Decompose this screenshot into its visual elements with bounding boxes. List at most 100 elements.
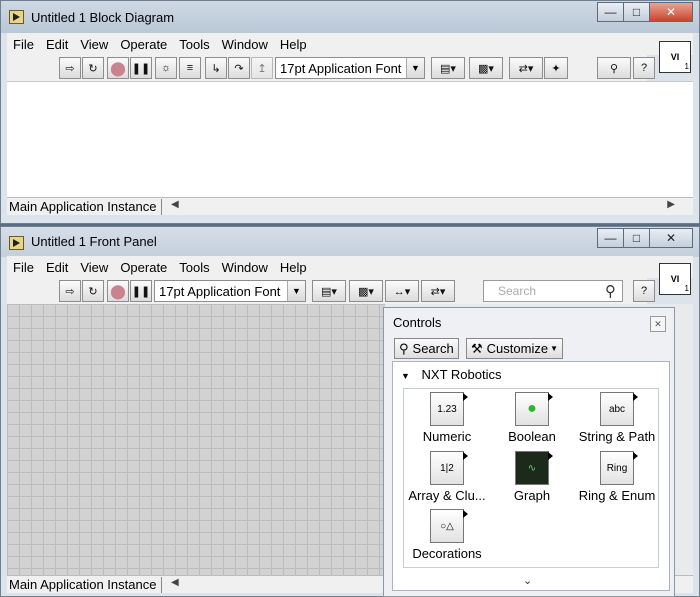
menu-view[interactable]: View xyxy=(74,260,114,275)
menu-edit[interactable]: Edit xyxy=(40,260,74,275)
string-path-icon: abc xyxy=(600,392,638,426)
menu-help[interactable]: Help xyxy=(274,37,313,52)
maximize-button[interactable]: □ xyxy=(623,228,650,248)
application-instance-label: Main Application Instance xyxy=(9,199,163,215)
menu-window[interactable]: Window xyxy=(216,37,274,52)
font-select-value: 17pt Application Font xyxy=(159,283,281,299)
caption-buttons: — □ ✕ xyxy=(597,2,693,22)
pause-button[interactable]: ❚❚ xyxy=(130,57,152,79)
resize-objects-button[interactable]: ↔▾ xyxy=(385,280,419,302)
minimize-button[interactable]: — xyxy=(597,228,624,248)
menu-help[interactable]: Help xyxy=(274,260,313,275)
palette-item-decorations[interactable]: ○△ Decorations xyxy=(404,509,490,561)
block-diagram-titlebar[interactable]: Untitled 1 Block Diagram — □ ✕ xyxy=(1,1,699,33)
menu-operate[interactable]: Operate xyxy=(114,260,173,275)
context-help-button[interactable]: ? xyxy=(633,280,655,302)
minimize-button[interactable]: — xyxy=(597,2,624,22)
caption-buttons: — □ ✕ xyxy=(597,228,693,248)
palette-item-graph[interactable]: ∿ Graph xyxy=(489,451,575,503)
ring-enum-icon: Ring xyxy=(600,451,638,485)
abort-button[interactable]: ⬤ xyxy=(107,280,129,302)
scroll-right-icon[interactable]: ▶ xyxy=(667,199,675,210)
palette-item-ring-enum[interactable]: Ring Ring & Enum xyxy=(574,451,660,503)
scroll-left-icon[interactable]: ◀ xyxy=(171,199,179,210)
palette-item-label: String & Path xyxy=(578,429,656,444)
palette-category-header[interactable]: ▼ NXT Robotics xyxy=(401,367,502,382)
palette-item-string-path[interactable]: abc String & Path xyxy=(574,392,660,444)
reorder-button[interactable]: ⇄▾ xyxy=(509,57,543,79)
run-continuously-icon: ↻ xyxy=(88,62,98,75)
block-diagram-window: Untitled 1 Block Diagram — □ ✕ File Edit… xyxy=(0,0,700,224)
front-panel-grid-canvas[interactable] xyxy=(7,304,385,575)
run-button[interactable]: ⇨ xyxy=(59,57,81,79)
align-objects-button[interactable]: ▤▾ xyxy=(312,280,346,302)
menu-file[interactable]: File xyxy=(7,37,40,52)
pause-button[interactable]: ❚❚ xyxy=(130,280,152,302)
clean-up-icon: ✦ xyxy=(551,62,561,75)
distribute-icon: ▩▾ xyxy=(358,285,374,298)
menu-edit[interactable]: Edit xyxy=(40,37,74,52)
vi-connector-icon[interactable]: VI xyxy=(659,263,691,295)
palette-item-numeric[interactable]: 1.23 Numeric xyxy=(404,392,490,444)
vi-connector-icon[interactable]: VI xyxy=(659,41,691,73)
step-into-button[interactable]: ↳ xyxy=(205,57,227,79)
category-label: NXT Robotics xyxy=(421,367,502,382)
step-out-icon: ↥ xyxy=(257,62,267,75)
context-help-button[interactable]: ? xyxy=(633,57,655,79)
menu-tools[interactable]: Tools xyxy=(173,260,215,275)
reorder-icon: ⇄▾ xyxy=(430,285,446,298)
palette-item-array-cluster[interactable]: 1|2 Array & Clu... xyxy=(404,451,490,503)
step-over-button[interactable]: ↷ xyxy=(228,57,250,79)
close-button[interactable]: ✕ xyxy=(649,228,693,248)
retain-wire-values-button[interactable]: ≡ xyxy=(179,57,201,79)
front-panel-toolbar: ⇨ ↻ ⬤ ❚❚ 17pt Application Font ▼ ▤▾ ▩▾ ↔… xyxy=(7,278,655,304)
palette-item-label: Ring & Enum xyxy=(578,488,656,503)
close-button[interactable]: ✕ xyxy=(649,2,693,22)
distribute-icon: ▩▾ xyxy=(478,62,494,75)
graph-icon: ∿ xyxy=(515,451,553,485)
palette-search-button[interactable]: ⚲ Search xyxy=(394,338,459,359)
wrench-icon: ⚒ xyxy=(471,340,483,356)
menu-window[interactable]: Window xyxy=(216,260,274,275)
distribute-objects-button[interactable]: ▩▾ xyxy=(469,57,503,79)
palette-items-grid: 1.23 Numeric ● Boolean abc String & Path… xyxy=(403,388,659,568)
front-panel-titlebar[interactable]: Untitled 1 Front Panel — □ ✕ xyxy=(1,227,699,257)
help-question-icon: ? xyxy=(640,62,648,74)
palette-customize-label: Customize xyxy=(486,341,549,356)
help-question-icon: ? xyxy=(640,285,648,297)
palette-search-label: Search xyxy=(412,341,454,356)
window-title: Untitled 1 Block Diagram xyxy=(31,10,175,25)
pause-icon: ❚❚ xyxy=(131,62,151,75)
highlight-execution-button[interactable]: ☼ xyxy=(155,57,177,79)
menu-tools[interactable]: Tools xyxy=(173,37,215,52)
step-into-icon: ↳ xyxy=(211,62,221,75)
step-out-button[interactable]: ↥ xyxy=(251,57,273,79)
clean-up-diagram-button[interactable]: ✦ xyxy=(544,57,568,79)
expand-more-chevron-icon[interactable]: ⌄ xyxy=(523,574,532,587)
reorder-button[interactable]: ⇄▾ xyxy=(421,280,455,302)
align-objects-button[interactable]: ▤▾ xyxy=(431,57,465,79)
maximize-button[interactable]: □ xyxy=(623,2,650,22)
controls-palette: Controls ✕ ⚲ Search ⚒ Customize ▼ ▼ NXT … xyxy=(383,307,675,597)
abort-button[interactable]: ⬤ xyxy=(107,57,129,79)
font-select[interactable]: 17pt Application Font ▼ xyxy=(154,280,306,302)
palette-customize-button[interactable]: ⚒ Customize ▼ xyxy=(466,338,563,359)
decorations-icon: ○△ xyxy=(430,509,468,543)
scroll-left-icon[interactable]: ◀ xyxy=(171,577,179,588)
block-diagram-canvas[interactable] xyxy=(7,81,693,197)
boolean-icon: ● xyxy=(515,392,553,426)
menu-view[interactable]: View xyxy=(74,37,114,52)
menu-operate[interactable]: Operate xyxy=(114,37,173,52)
run-button[interactable]: ⇨ xyxy=(59,280,81,302)
chevron-down-icon: ▼ xyxy=(406,58,424,78)
search-input[interactable]: Search ⚲ xyxy=(483,280,623,302)
menu-file[interactable]: File xyxy=(7,260,40,275)
front-panel-window: Untitled 1 Front Panel — □ ✕ File Edit V… xyxy=(0,226,700,597)
search-button[interactable]: ⚲ xyxy=(597,57,631,79)
distribute-objects-button[interactable]: ▩▾ xyxy=(349,280,383,302)
run-continuously-button[interactable]: ↻ xyxy=(82,280,104,302)
run-continuously-button[interactable]: ↻ xyxy=(82,57,104,79)
palette-close-icon[interactable]: ✕ xyxy=(650,316,666,332)
font-select[interactable]: 17pt Application Font ▼ xyxy=(275,57,425,79)
palette-item-boolean[interactable]: ● Boolean xyxy=(489,392,575,444)
